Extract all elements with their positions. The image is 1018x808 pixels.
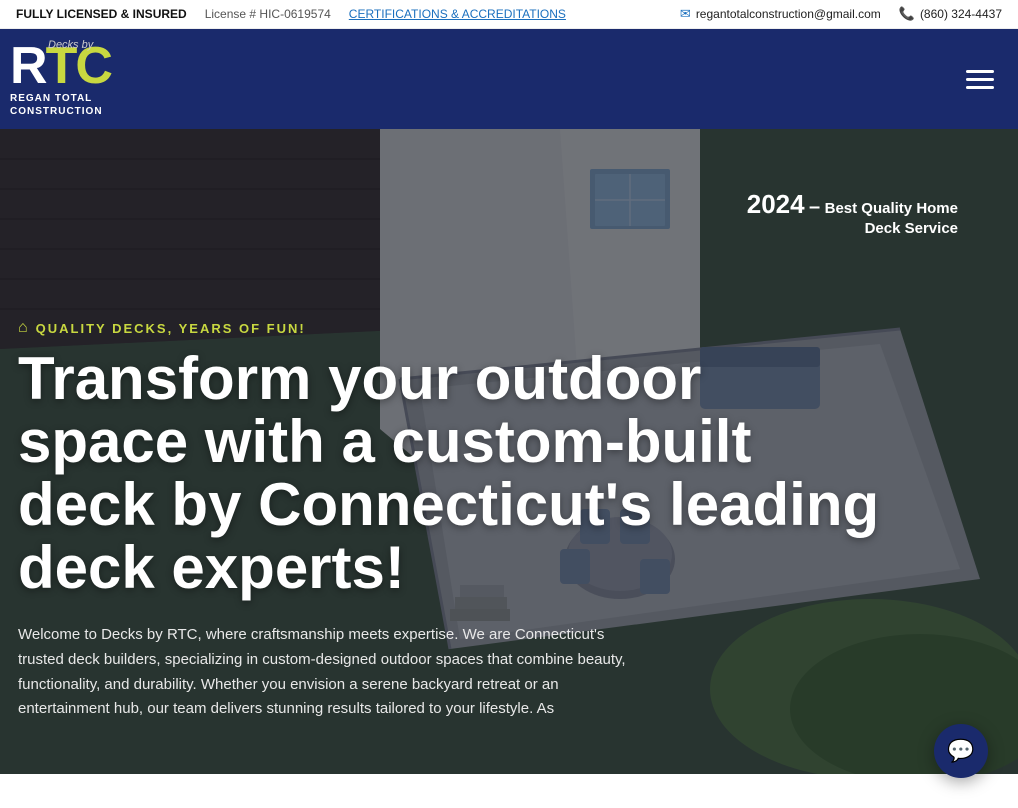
- email-icon: ✉: [680, 6, 691, 22]
- phone-number: (860) 324-4437: [920, 7, 1002, 21]
- award-subtitle: Deck Service: [747, 220, 958, 238]
- logo-box: Decks by RTC REGAN TOTAL CONSTRUCTION: [10, 35, 110, 123]
- logo-brand-name: REGAN TOTAL CONSTRUCTION: [10, 92, 103, 118]
- email-contact: ✉ regantotalconstruction@gmail.com: [680, 6, 881, 22]
- hamburger-line-3: [966, 86, 994, 89]
- licensed-label: FULLY LICENSED & INSURED: [16, 7, 187, 21]
- award-year: 2024 – Best Quality Home: [747, 189, 958, 220]
- hero-tagline: ⌂ QUALITY DECKS, YEARS OF FUN!: [18, 319, 1018, 337]
- chat-icon: 💬: [947, 738, 974, 764]
- home-icon: ⌂: [18, 319, 28, 337]
- hamburger-line-2: [966, 78, 994, 81]
- hero-award-badge: 2024 – Best Quality Home Deck Service: [747, 189, 958, 238]
- hero-section: 2024 – Best Quality Home Deck Service ⌂ …: [0, 129, 1018, 774]
- logo-sub2: CONSTRUCTION: [10, 105, 103, 118]
- hero-description: Welcome to Decks by RTC, where craftsman…: [18, 623, 638, 722]
- contact-items: ✉ regantotalconstruction@gmail.com 📞 (86…: [680, 6, 1002, 22]
- logo-decks-by: Decks by: [48, 39, 93, 51]
- tagline-text: QUALITY DECKS, YEARS OF FUN!: [36, 321, 306, 336]
- license-number: License # HIC-0619574: [205, 7, 331, 21]
- phone-icon: 📞: [899, 6, 915, 22]
- logo-r: R: [10, 37, 46, 95]
- phone-contact: 📞 (860) 324-4437: [899, 6, 1002, 22]
- certifications-link[interactable]: CERTIFICATIONS & ACCREDITATIONS: [349, 7, 566, 21]
- top-bar: FULLY LICENSED & INSURED License # HIC-0…: [0, 0, 1018, 29]
- logo-sub1: REGAN TOTAL: [10, 92, 103, 105]
- logo-area: Decks by RTC REGAN TOTAL CONSTRUCTION: [10, 35, 110, 123]
- hamburger-menu-button[interactable]: [962, 66, 998, 93]
- email-address: regantotalconstruction@gmail.com: [696, 7, 881, 21]
- hero-headline: Transform your outdoor space with a cust…: [18, 347, 888, 599]
- hamburger-line-1: [966, 70, 994, 73]
- chat-button[interactable]: 💬: [934, 724, 988, 778]
- navbar: Decks by RTC REGAN TOTAL CONSTRUCTION: [0, 29, 1018, 129]
